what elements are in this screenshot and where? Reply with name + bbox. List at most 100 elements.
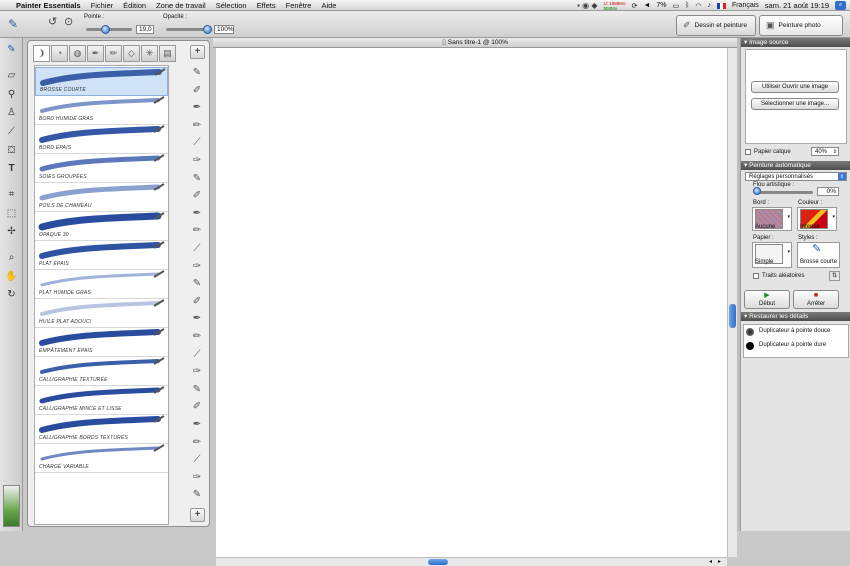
flou-value-field[interactable]: 0% [817,187,839,196]
image-source-header[interactable]: ▾ Image source [741,38,850,47]
transform-tool-icon[interactable]: ✢ [4,225,19,239]
flou-slider[interactable] [755,191,813,194]
pointe-slider-knob[interactable] [101,25,110,34]
brush-variant-item[interactable]: CALLIGRAPHIE TEXTURÉE [35,357,168,386]
paper-swatch[interactable] [3,485,20,527]
start-button[interactable]: ▶ Début [744,290,790,309]
variant-brush-icon[interactable]: ✏ [188,329,206,345]
menu-fichier[interactable]: Fichier [86,0,119,11]
papier-calque-checkbox[interactable] [745,149,751,155]
variant-brush-icon[interactable]: ✐ [188,188,206,204]
variant-brush-icon[interactable]: ✐ [188,294,206,310]
brush-variant-item[interactable]: EMPÂTEMENT ÉPAIS [35,328,168,357]
crop-tool-icon[interactable]: ⌗ [4,188,19,202]
variant-brush-icon[interactable]: ✐ [188,399,206,415]
variant-brush-icon[interactable]: ✎ [188,171,206,187]
category-blender-icon[interactable]: ◔ [51,45,68,62]
select-image-button[interactable]: Sélectionner une image... [751,98,839,110]
menu-fenetre[interactable]: Fenêtre [281,0,317,11]
variant-brush-icon[interactable]: ✑ [188,259,206,275]
variant-brush-icon[interactable]: ✒ [188,206,206,222]
traits-options-icon[interactable]: ⇅ [829,271,840,281]
brush-variant-item[interactable]: CHARGÉ VARIABLE [35,444,168,473]
variant-brush-icon[interactable]: ✏ [188,223,206,239]
menu-effets[interactable]: Effets [252,0,281,11]
eyedropper-tool-icon[interactable]: ⟋ [4,125,19,139]
settings-icon[interactable]: ⊙ [64,15,73,28]
peinture-auto-header[interactable]: ▾ Peinture automatique [741,161,850,170]
category-acrylic-icon[interactable]: ❩ [33,45,50,62]
dropper-tool-icon[interactable]: ⚲ [4,88,19,102]
opacite-value-field[interactable]: 100% [214,25,234,34]
menu-aide[interactable]: Aide [316,0,341,11]
app-menu[interactable]: Painter Essentials [11,0,86,11]
menu-selection[interactable]: Sélection [211,0,252,11]
brush-variant-item[interactable]: HUILE PLAT ADOUCI [35,299,168,328]
variant-brush-icon[interactable]: ✎ [188,382,206,398]
brush-variant-item[interactable]: POILS DE CHAMEAU [35,183,168,212]
rotate-tool-icon[interactable]: ↻ [4,288,19,302]
brush-tool-icon[interactable]: ✎ [8,17,18,31]
reset-tool-icon[interactable]: ↺ [48,15,57,28]
stamp-tool-icon[interactable]: ♙ [4,106,19,120]
traits-checkbox[interactable] [753,273,759,279]
stop-button[interactable]: ■ Arrêter [793,290,839,309]
soft-cloner-icon[interactable] [746,328,754,336]
bluetooth-icon[interactable]: ᛒ [685,2,689,9]
variant-brush-icon[interactable]: ✐ [188,83,206,99]
expand-panel-button[interactable]: + [190,45,205,59]
app-switcher-icons[interactable]: ▪ ◉ ◆ [577,1,597,10]
brush-variant-item[interactable]: SOIES GROUPÉES [35,154,168,183]
clock[interactable]: sam. 21 août 19:19 [765,1,829,10]
battery-icon[interactable]: ▭ [673,2,680,10]
category-cloner-icon[interactable]: ▤ [159,45,176,62]
brush-variant-item[interactable]: BORD ÉPAIS [35,125,168,154]
bucket-tool-icon[interactable]: ⛋ [4,144,19,158]
text-tool-icon[interactable]: T [4,162,19,176]
variant-brush-icon[interactable]: ✎ [188,65,206,81]
wifi-icon[interactable]: ◠ [695,2,701,10]
eraser-tool-icon[interactable]: ▱ [4,69,19,83]
category-pencil-icon[interactable]: ✏ [105,45,122,62]
variant-brush-icon[interactable]: ⟋ [188,135,206,151]
spotlight-icon[interactable]: ⌕ [835,1,846,10]
brush-variant-item[interactable]: CALLIGRAPHIE BORDS TEXTURÉS [35,415,168,444]
category-airbrush-icon[interactable]: ✳ [141,45,158,62]
pointe-value-field[interactable]: 19,0 [136,25,154,34]
hard-cloner-label[interactable]: Duplicateur à pointe dure [759,342,826,348]
soft-cloner-label[interactable]: Duplicateur à pointe douce [759,328,830,334]
variant-brush-icon[interactable]: ⟋ [188,452,206,468]
hand-tool-icon[interactable]: ✋ [4,270,19,284]
sync-icon[interactable]: ⟳ [632,2,638,10]
hard-cloner-icon[interactable] [746,342,754,350]
tab-dessin-et-peinture[interactable]: ✐ Dessin et peinture [676,15,756,36]
variant-brush-icon[interactable]: ✒ [188,311,206,327]
variant-brush-icon[interactable]: ⟋ [188,241,206,257]
language-flag-icon[interactable] [716,2,726,9]
volume-icon[interactable]: ◄ [643,2,650,9]
opacite-slider-knob[interactable] [203,25,212,34]
brush-variant-item[interactable]: CALLIGRAPHIE MINCE ET LISSE [35,386,168,415]
magnifier-tool-icon[interactable]: ⌕ [4,251,19,265]
preset-select[interactable]: Réglages personnalisés ⇕ [745,172,847,181]
horizontal-scroll-thumb[interactable] [428,559,448,565]
variant-brush-icon[interactable]: ✑ [188,364,206,380]
category-watercolor-icon[interactable]: ◍ [69,45,86,62]
variant-brush-icon[interactable]: ⟋ [188,347,206,363]
menu-zone-de-travail[interactable]: Zone de travail [151,0,211,11]
variant-brush-icon[interactable]: ✒ [188,417,206,433]
variant-brush-icon[interactable]: ✏ [188,435,206,451]
vertical-scrollbar[interactable] [727,48,737,557]
restaurer-header[interactable]: ▾ Restaurer les détails [741,312,850,321]
scroll-left-arrow-icon[interactable]: ◂ [709,558,712,565]
variant-brush-icon[interactable]: ✏ [188,118,206,134]
add-brush-button[interactable]: + [190,508,205,522]
variant-brush-icon[interactable]: ✎ [188,487,206,503]
variant-brush-icon[interactable]: ✑ [188,470,206,486]
selection-tool-icon[interactable]: ⬚ [4,207,19,221]
brush-variant-item[interactable]: OPAQUE 30 [35,212,168,241]
sound-icon[interactable]: ♪ [707,2,711,9]
brush-variant-item[interactable]: PLAT HUMIDE GRAS [35,270,168,299]
category-chalk-icon[interactable]: ◇ [123,45,140,62]
brush-variant-item[interactable]: BROSSE COURTE [35,67,168,96]
